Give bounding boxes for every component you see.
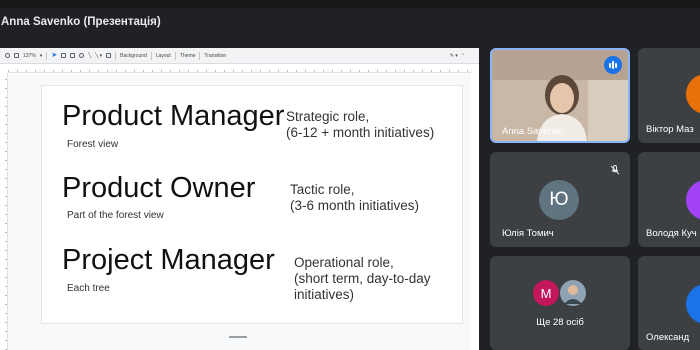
speaking-indicator-icon [604, 56, 622, 74]
line-icon[interactable]: ╲ [88, 53, 91, 59]
more-participants-label: Ще 28 осіб [536, 317, 584, 328]
participant-name: Олександ [646, 332, 690, 343]
participant-avatar [686, 180, 700, 220]
more-participants-tile[interactable]: M Ще 28 осіб [490, 256, 630, 350]
top-strip [0, 0, 700, 8]
slide: Product Manager Forest view Strategic ro… [42, 86, 462, 323]
zoom-dropdown-icon[interactable]: ▾ [40, 53, 43, 59]
toolbar-divider [150, 51, 152, 60]
participant-name: Юлія Томич [502, 228, 554, 239]
layout-button[interactable]: Layout [156, 53, 171, 59]
toolbar-divider [199, 51, 201, 60]
background-button[interactable]: Background [120, 53, 147, 59]
slide-heading-product-owner: Product Owner [62, 172, 256, 204]
participant-tile[interactable]: Олександ [638, 256, 700, 350]
shape-icon[interactable] [79, 53, 85, 58]
slide-desc-line: Operational role, [294, 255, 394, 270]
scroll-handle[interactable] [229, 336, 247, 338]
search-icon[interactable] [5, 53, 10, 58]
image-icon[interactable] [70, 53, 76, 58]
participant-tile[interactable]: Віктор Маз [638, 48, 700, 143]
select-cursor-icon[interactable]: ➤ [51, 52, 57, 59]
slide-desc-line: Tactic role, [290, 182, 355, 197]
slide-desc-line: Strategic role, [286, 109, 370, 124]
edit-mode-icon[interactable]: ✎ ▾ [450, 53, 458, 59]
slide-desc-line: (6-12 + month initiatives) [286, 125, 435, 140]
slide-desc-line: (short term, day-to-day [294, 271, 431, 286]
transition-button[interactable]: Transition [204, 53, 226, 59]
comment-icon[interactable] [106, 53, 112, 58]
slide-heading-product-manager: Product Manager [62, 100, 285, 132]
toolbar-divider [115, 51, 117, 60]
more-options-icon[interactable]: ⌃ [461, 53, 465, 59]
theme-button[interactable]: Theme [180, 53, 196, 59]
line-dropdown-icon[interactable]: ╲ ▾ [95, 53, 102, 59]
slide-subtitle-forest-view: Forest view [67, 139, 119, 150]
toolbar-divider [174, 51, 176, 60]
slide-desc-line: (3-6 month initiatives) [290, 198, 420, 213]
horizontal-ruler [8, 65, 471, 73]
participant-tile[interactable]: Володя Куч [638, 152, 700, 247]
participant-name: Віктор Маз [646, 124, 694, 135]
slide-subtitle-each-tree: Each tree [67, 283, 110, 294]
vertical-ruler [0, 73, 8, 350]
presentation-title: Anna Savenko (Презентація) [1, 16, 161, 28]
participant-name: Anna Savenko [502, 126, 564, 137]
participant-avatar: M [533, 280, 559, 306]
slide-subtitle-part-of-forest: Part of the forest view [67, 210, 164, 221]
participant-tile-speaker[interactable]: Anna Savenko [490, 48, 630, 143]
paint-format-icon[interactable] [14, 53, 19, 58]
toolbar-right-group: ✎ ▾ ⌃ [450, 53, 465, 59]
participant-avatar [686, 284, 700, 324]
participant-avatar: Ю [539, 180, 579, 220]
participant-avatar [686, 74, 700, 114]
mic-off-icon [610, 162, 620, 180]
zoom-select[interactable]: 137% [23, 53, 36, 59]
participant-tile[interactable]: Ю Юлія Томич [490, 152, 630, 247]
slides-toolbar: 137% ▾ ➤ ╲ ╲ ▾ Background Layout Theme T… [0, 48, 479, 64]
meet-window: Anna Savenko (Презентація) 137% ▾ ➤ ╲ ╲ … [0, 0, 700, 350]
participant-photo [560, 280, 586, 306]
slide-desc-line: initiatives) [294, 287, 355, 302]
text-box-icon[interactable] [61, 53, 67, 58]
slide-heading-project-manager: Project Manager [62, 244, 275, 276]
toolbar-divider [46, 51, 48, 60]
participant-name: Володя Куч [646, 228, 697, 239]
